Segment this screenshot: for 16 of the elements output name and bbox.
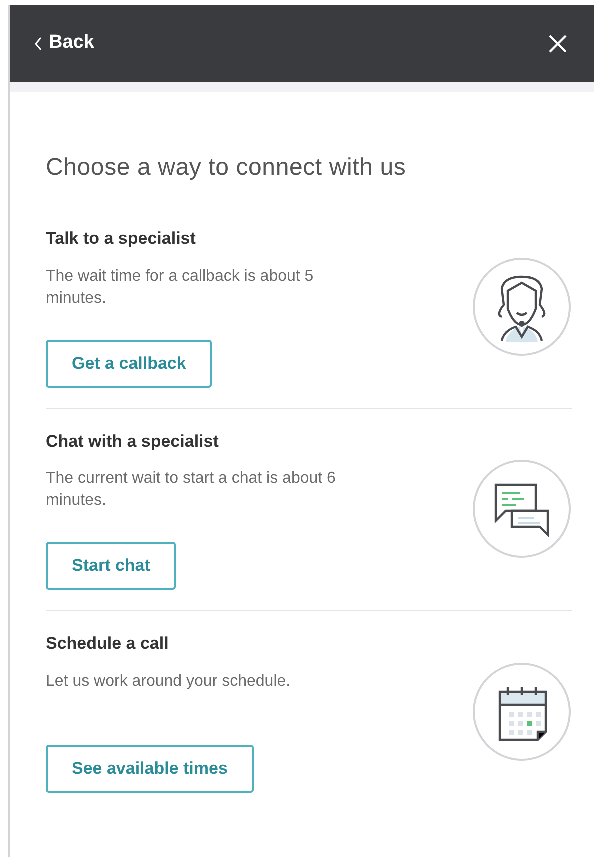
option-description: Let us work around your schedule. [46, 672, 292, 692]
agent-headset-icon [472, 256, 572, 357]
chevron-left-icon [34, 36, 43, 50]
chat-bubbles-icon [472, 459, 572, 560]
option-button[interactable]: Start chat [46, 542, 176, 590]
back-button[interactable]: Back [34, 29, 94, 58]
option-heading: Talk to a specialist [46, 228, 197, 250]
close-icon [548, 34, 568, 54]
calendar-icon [472, 662, 572, 762]
option-button[interactable]: See available times [46, 744, 254, 792]
option-description: The wait time for a callback is about 5 minutes. [46, 266, 315, 308]
option-heading: Chat with a specialist [46, 430, 220, 452]
option-button[interactable]: Get a callback [46, 340, 212, 388]
option-heading: Schedule a call [46, 633, 170, 655]
page-title: Choose a way to connect with us [46, 153, 408, 183]
option-description: The current wait to start a chat is about 6 minutes. [46, 469, 337, 511]
